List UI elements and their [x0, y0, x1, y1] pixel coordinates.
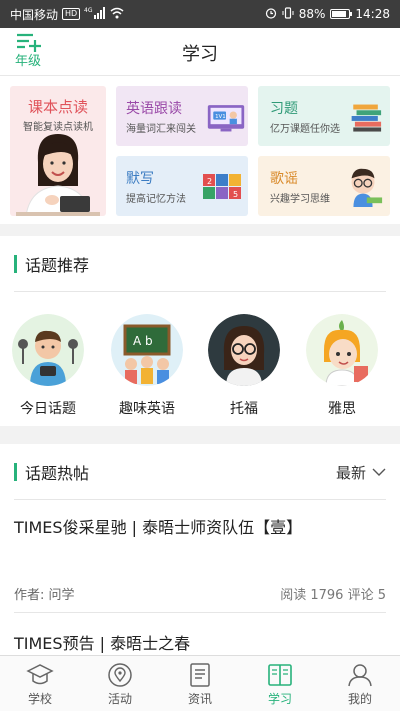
hot-posts-section: 话题热帖 最新 TIMES俊采星驰 | 泰晤士师资队伍【壹】 作者: 问学 阅读…	[0, 444, 400, 655]
nav-label: 学习	[267, 692, 292, 706]
post-meta: 作者: 问学 阅读 1796 评论 5	[14, 584, 386, 603]
kids-blackboard-icon: A b	[111, 314, 183, 386]
topic-label: 托福	[230, 401, 258, 417]
book-icon	[268, 664, 292, 686]
topic-section: 话题推荐 今日话题 A b 趣味英语 托福 雅思	[0, 236, 400, 426]
english-follow-card[interactable]: 英语跟读 海量词汇来闯关 1V1	[116, 86, 248, 146]
post-author: 作者: 问学	[14, 588, 75, 603]
topic-label: 雅思	[328, 401, 356, 417]
battery-percent: 88%	[298, 7, 326, 21]
dictation-title: 默写	[126, 171, 154, 187]
news-icon	[190, 663, 210, 687]
tutoring-icon: 1V1	[207, 105, 245, 132]
vibrate-icon	[282, 6, 294, 22]
svg-text:A b: A b	[133, 334, 153, 348]
english-follow-subtitle: 海量词汇来闯关	[126, 124, 196, 135]
user-icon	[348, 664, 372, 687]
news-reporter-icon	[12, 314, 84, 386]
app-header: 年级 学习	[0, 28, 400, 76]
wifi-icon	[110, 7, 124, 22]
clock: 14:28	[355, 7, 390, 21]
nav-item-me[interactable]: 我的	[320, 656, 400, 711]
sort-dropdown[interactable]: 最新	[336, 444, 386, 500]
alarm-icon	[265, 7, 277, 22]
song-card[interactable]: 歌谣 兴趣学习思维	[258, 156, 390, 216]
number-blocks-icon: 2 5	[203, 174, 241, 199]
book-stack-icon	[351, 104, 382, 132]
hot-posts-title: 话题热帖	[25, 463, 90, 483]
network-type: 4G	[84, 7, 93, 14]
page-title: 学习	[182, 44, 218, 65]
exercise-subtitle: 亿万课题任你选	[270, 124, 340, 135]
teacher-icon	[208, 314, 280, 386]
topic-section-header: 话题推荐	[14, 236, 386, 292]
nav-label: 活动	[107, 692, 132, 706]
topic-label: 今日话题	[20, 401, 76, 417]
nav-label: 资讯	[187, 692, 212, 706]
textbook-reading-card[interactable]: 课本点读 智能复读点读机	[10, 86, 106, 216]
post-title: TIMES俊采星驰 | 泰晤士师资队伍【壹】	[14, 518, 303, 537]
nav-item-news[interactable]: 资讯	[160, 656, 240, 711]
nav-item-study[interactable]: 学习	[240, 656, 320, 711]
dictation-subtitle: 提高记忆方法	[126, 194, 186, 205]
nav-label: 学校	[27, 692, 52, 706]
graduation-cap-icon	[26, 664, 54, 685]
textbook-reading-title: 课本点读	[27, 98, 88, 116]
nav-item-activity[interactable]: 活动	[80, 656, 160, 711]
dictation-card[interactable]: 默写 提高记忆方法 2 5	[116, 156, 248, 216]
song-title: 歌谣	[270, 171, 298, 187]
post-divider	[14, 612, 386, 613]
svg-text:5: 5	[233, 190, 238, 199]
chevron-down-icon	[372, 468, 386, 476]
post-title: TIMES预告 | 泰晤士之春	[14, 634, 191, 653]
topic-section-title: 话题推荐	[25, 255, 90, 275]
topic-item[interactable]: 托福	[202, 314, 286, 418]
topic-item[interactable]: 今日话题	[6, 314, 90, 418]
post-stats: 阅读 1796 评论 5	[280, 588, 386, 603]
topic-item[interactable]: 雅思	[300, 314, 384, 418]
exercise-card[interactable]: 习题 亿万课题任你选	[258, 86, 390, 146]
cartoon-boy-icon	[351, 168, 383, 207]
nav-label: 我的	[347, 692, 372, 706]
student-icon	[306, 314, 378, 387]
section-marker	[14, 462, 17, 481]
song-subtitle: 兴趣学习思维	[270, 194, 330, 205]
exercise-title: 习题	[270, 101, 298, 117]
post-item[interactable]: TIMES俊采星驰 | 泰晤士师资队伍【壹】 作者: 问学 阅读 1796 评论…	[14, 514, 386, 614]
hot-posts-header: 话题热帖	[14, 444, 386, 500]
location-pin-icon	[108, 663, 132, 687]
svg-text:1V1: 1V1	[215, 114, 226, 120]
svg-text:2: 2	[207, 177, 212, 186]
status-bar: 中国移动 HD 4G 88% 14:28	[0, 0, 400, 28]
reading-girl-illustration	[16, 134, 100, 216]
signal-icon: 4G	[84, 6, 106, 22]
english-follow-title: 英语跟读	[126, 101, 182, 117]
section-marker	[14, 254, 17, 273]
hd-badge: HD	[62, 8, 81, 20]
feature-grid: 课本点读 智能复读点读机 英语跟读 海量词汇来闯关 1V1 习题 亿万课题任你选	[0, 76, 400, 224]
carrier-label: 中国移动	[10, 7, 59, 22]
topic-item[interactable]: A b 趣味英语	[105, 314, 189, 418]
sort-label: 最新	[335, 463, 366, 482]
battery-icon	[330, 9, 353, 19]
bottom-nav: 学校 活动 资讯 学习 我的	[0, 655, 400, 711]
post-item[interactable]: TIMES预告 | 泰晤士之春	[14, 630, 386, 654]
topic-label: 趣味英语	[119, 401, 175, 417]
nav-item-school[interactable]: 学校	[0, 656, 80, 711]
